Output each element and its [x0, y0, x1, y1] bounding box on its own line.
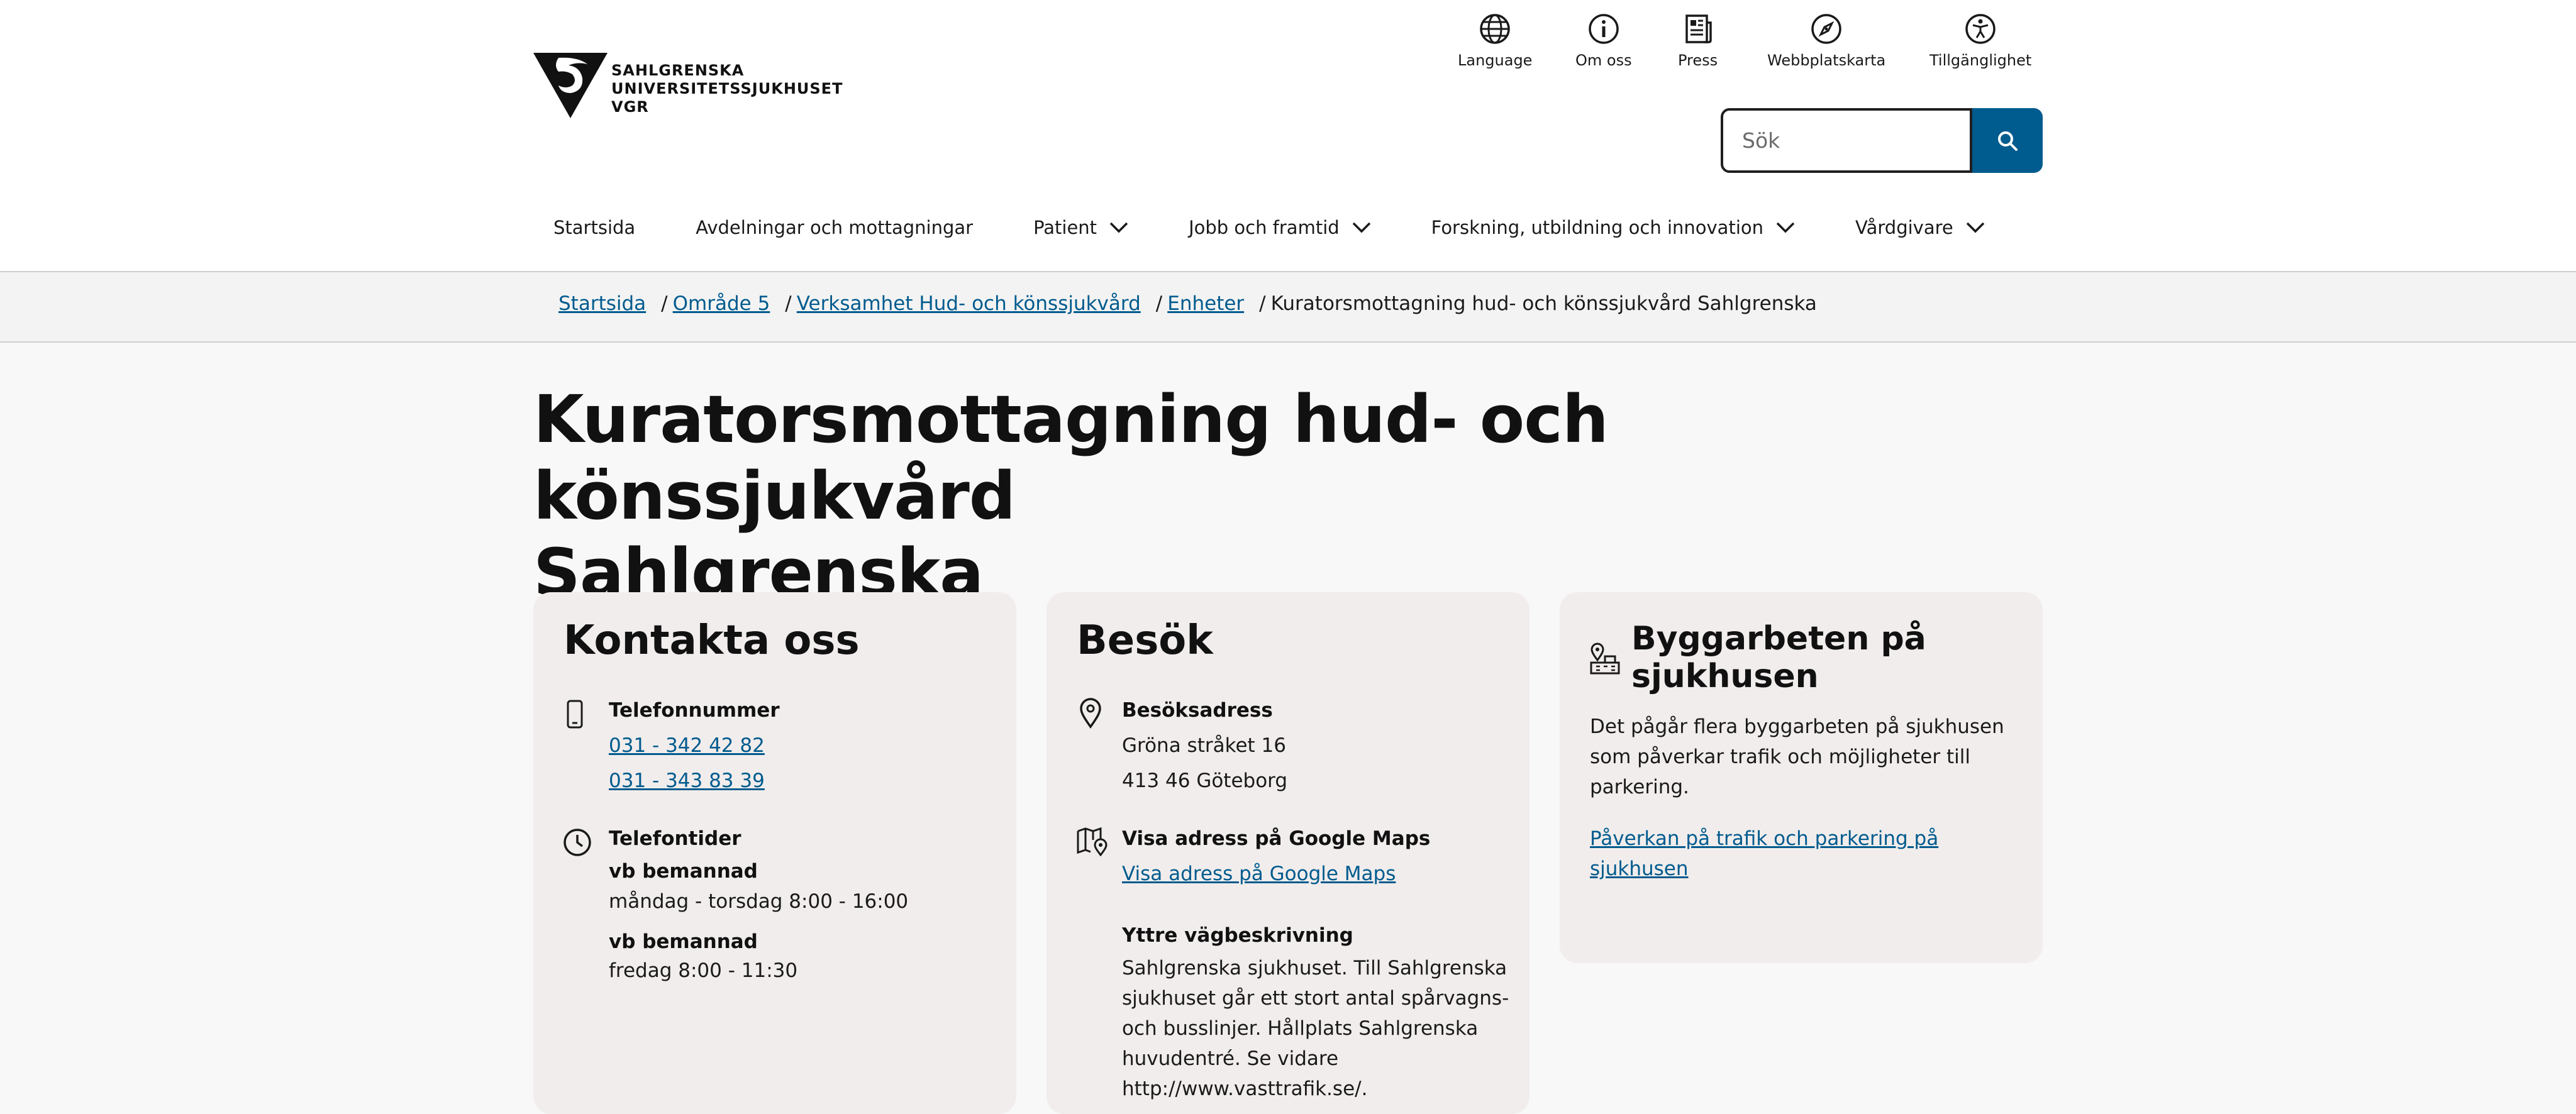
search-icon — [1998, 131, 2018, 151]
nav-item-label: Patient — [1033, 217, 1097, 238]
breadcrumb-link-verksamhet[interactable]: Verksamhet Hud- och könssjukvård — [797, 292, 1141, 315]
accessibility-link[interactable]: Tillgänglighet — [1929, 13, 2031, 75]
construction-text-line: Det pågår flera byggarbeten på sjukhusen — [1590, 715, 2004, 738]
nav-item-startsida[interactable]: Startsida — [553, 217, 635, 238]
breadcrumb-separator: / — [785, 292, 792, 315]
hours-1-time: måndag - torsdag 8:00 - 16:00 — [609, 890, 909, 913]
chevron-down-icon — [1776, 222, 1795, 233]
hours-1-title: vb bemannad — [609, 860, 758, 883]
page-title: Kuratorsmottagning hud- och könssjukvård… — [533, 381, 2043, 611]
about-label: Om oss — [1575, 52, 1632, 69]
directions-line: Sahlgrenska sjukhuset. Till Sahlgrenska — [1122, 957, 1507, 979]
directions-line: huvudentré. Se vidare — [1122, 1047, 1339, 1070]
sitemap-label: Webbplatskarta — [1767, 52, 1886, 69]
traffic-parking-link-line-2: sjukhusen — [1590, 858, 1689, 880]
nav-item-label: Jobb och framtid — [1189, 217, 1340, 238]
construction-text: Det pågår flera byggarbeten på sjukhusen… — [1590, 712, 2018, 802]
nav-item-label: Forskning, utbildning och innovation — [1431, 217, 1764, 238]
breadcrumb-separator: / — [1155, 292, 1163, 315]
address-city: 413 46 Göteborg — [1122, 769, 1288, 792]
breadcrumb-link-omrade[interactable]: Område 5 — [673, 292, 770, 315]
globe-icon — [1480, 14, 1510, 44]
construction-card: Byggarbeten på sjukhusen Det pågår flera… — [1560, 592, 2043, 963]
construction-heading-line-1: Byggarbeten på — [1631, 620, 1926, 658]
about-link[interactable]: Om oss — [1575, 13, 1632, 75]
phone-link-2[interactable]: 031 - 343 83 39 — [609, 769, 765, 792]
hours-label: Telefontider — [609, 827, 741, 850]
construction-text-line: som påverkar trafik och möjligheter till — [1590, 746, 1970, 768]
logo-line-1: SAHLGRENSKA — [611, 62, 745, 79]
google-maps-link[interactable]: Visa adress på Google Maps — [1122, 863, 1396, 885]
breadcrumb-current: Kuratorsmottagning hud- och könssjukvård… — [1270, 292, 1817, 315]
nav-item-jobb[interactable]: Jobb och framtid — [1189, 217, 1371, 238]
nav-item-forskning[interactable]: Forskning, utbildning och innovation — [1431, 217, 1795, 238]
breadcrumb-separator: / — [661, 292, 668, 315]
site-logo[interactable]: SAHLGRENSKA UNIVERSITETSSJUKHUSET VGR — [533, 53, 843, 122]
breadcrumb-link-startsida[interactable]: Startsida — [558, 292, 646, 315]
language-link[interactable]: Language — [1458, 13, 1532, 75]
breadcrumb-list: Startsida / Område 5/Verksamhet Hud- och k… — [558, 292, 1817, 315]
page-title-line-1: Kuratorsmottagning hud- och könssjukvård — [533, 381, 1609, 534]
sitemap-link[interactable]: Webbplatskarta — [1767, 13, 1885, 75]
chevron-down-icon — [1966, 222, 1984, 233]
nav-item-label: Startsida — [553, 217, 636, 238]
phone-icon — [567, 700, 583, 729]
address-street: Gröna stråket 16 — [1122, 734, 1286, 757]
traffic-parking-link-line-1: Påverkan på trafik och parkering på — [1590, 827, 1939, 850]
directions-label: Yttre vägbeskrivning — [1122, 924, 1353, 947]
construction-text-line: parkering. — [1590, 776, 1689, 798]
chevron-down-icon — [1352, 222, 1370, 233]
maps-label: Visa adress på Google Maps — [1122, 827, 1431, 850]
traffic-parking-link[interactable]: Påverkan på trafik och parkering på sjuk… — [1590, 824, 2018, 884]
logo-mark-icon — [533, 53, 608, 118]
directions-line: sjukhuset går ett stort antal spårvagns- — [1122, 987, 1509, 1010]
logo-line-2: UNIVERSITETSSJUKHUSET — [611, 80, 843, 97]
nav-item-vardgivare[interactable]: Vårdgivare — [1855, 217, 1985, 238]
directions-line: http://www.vasttrafik.se/. — [1122, 1078, 1368, 1100]
address-label: Besöksadress — [1122, 699, 1273, 722]
accessibility-icon — [1965, 14, 1996, 44]
phone-label: Telefonnummer — [609, 699, 780, 722]
breadcrumb-link-enheter[interactable]: Enheter — [1167, 292, 1244, 315]
hospital-building-icon — [1590, 642, 1620, 675]
nav-item-avdelningar[interactable]: Avdelningar och mottagningar — [696, 217, 973, 238]
search-button[interactable] — [1972, 108, 2043, 173]
main-navigation: Startsida Avdelningar och mottagningar P… — [533, 207, 1985, 248]
accessibility-label: Tillgänglighet — [1929, 52, 2032, 69]
directions-line: och busslinjer. Hållplats Sahlgrenska — [1122, 1017, 1479, 1040]
logo-text: SAHLGRENSKA UNIVERSITETSSJUKHUSET VGR — [611, 62, 843, 116]
logo-line-3: VGR — [611, 98, 649, 116]
breadcrumb-separator: / — [1259, 292, 1266, 315]
construction-heading: Byggarbeten på sjukhusen — [1631, 620, 1926, 695]
compass-icon — [1811, 14, 1841, 44]
location-pin-icon — [1080, 698, 1101, 729]
hours-2-time: fredag 8:00 - 11:30 — [609, 959, 798, 982]
language-label: Language — [1458, 52, 1533, 69]
nav-item-patient[interactable]: Patient — [1033, 217, 1128, 238]
hours-2-title: vb bemannad — [609, 930, 758, 953]
nav-item-label: Avdelningar och mottagningar — [696, 217, 974, 238]
clock-icon — [564, 829, 591, 856]
directions-text: Sahlgrenska sjukhuset. Till Sahlgrenska … — [1122, 953, 1512, 1104]
visit-card: Besök Besöksadress Gröna stråket 16 413 … — [1046, 592, 1530, 1114]
phone-link-1[interactable]: 031 - 342 42 82 — [609, 734, 765, 757]
visit-heading: Besök — [1077, 617, 1213, 664]
press-label: Press — [1678, 52, 1718, 69]
info-icon — [1589, 14, 1619, 44]
map-icon — [1077, 827, 1108, 856]
search-form — [1721, 108, 2043, 173]
breadcrumb: Startsida / Område 5/Verksamhet Hud- och k… — [0, 272, 2576, 343]
press-link[interactable]: Press — [1678, 13, 1718, 75]
contact-heading: Kontakta oss — [564, 617, 860, 664]
site-header: SAHLGRENSKA UNIVERSITETSSJUKHUSET VGR La… — [0, 0, 2576, 272]
contact-card: Kontakta oss Telefonnummer 031 - 342 42 … — [533, 592, 1016, 1114]
chevron-down-icon — [1109, 222, 1128, 233]
nav-item-label: Vårdgivare — [1855, 217, 1953, 238]
construction-heading-line-2: sjukhusen — [1631, 658, 1819, 695]
newspaper-icon — [1685, 14, 1712, 43]
search-input[interactable] — [1721, 108, 1972, 173]
